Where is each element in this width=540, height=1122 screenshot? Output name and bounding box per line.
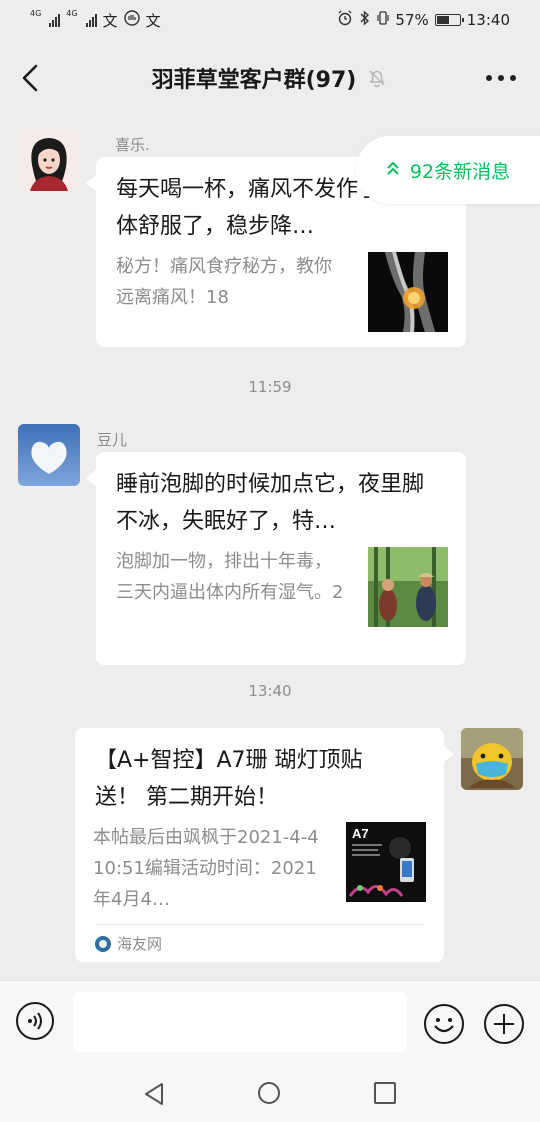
card-thumbnail-knee (368, 252, 448, 332)
sender-name: 喜乐. (115, 136, 150, 154)
card-description: 秘方！痛风食疗秘方，教你远离痛风！18 (116, 256, 332, 308)
back-arrow-icon[interactable] (14, 58, 50, 98)
link-card-coral-lamp[interactable]: 【A+智控】A7珊 瑚灯顶贴送！ 第二期开始！ 本帖最后由飒枫于2021-4-4… (75, 728, 454, 962)
voice-input-button[interactable] (16, 1002, 54, 1040)
status-left: 4G 4G 文 文 (30, 8, 161, 31)
notification-icon-2: 文 (145, 11, 161, 30)
double-chevron-up-icon (386, 159, 400, 181)
timestamp: 11:59 (248, 378, 292, 396)
source-name: 海友网 (117, 935, 163, 953)
new-messages-label: 92条新消息 (409, 160, 511, 183)
avatar-xile[interactable] (18, 129, 80, 191)
chat-area[interactable]: 喜乐. 每天喝一杯，痛风不发作了，身体舒服了，稳步降… 秘方！痛风食疗秘方，教你… (0, 116, 540, 980)
mute-bell-icon (366, 67, 388, 89)
status-right: 57% 13:40 (337, 10, 510, 30)
link-card-footbath[interactable]: 睡前泡脚的时候加点它，夜里脚不冰，失眠好了，特… 泡脚加一物，排出十年毒，三天内… (86, 452, 466, 665)
network-type-2: 4G (66, 8, 78, 18)
battery-percent: 57% (395, 11, 429, 29)
voice-icon (28, 1012, 42, 1030)
card-source: 海友网 (95, 933, 162, 954)
status-time: 13:40 (466, 11, 510, 29)
notification-icon-1: 文 (102, 11, 118, 30)
avatar-douer[interactable] (18, 424, 80, 486)
more-functions-button[interactable] (484, 1004, 524, 1044)
source-logo-icon (95, 935, 111, 952)
new-messages-jump[interactable]: 92条新消息 (356, 136, 540, 204)
chat-title: 羽菲草堂客户群(97) (151, 68, 357, 93)
signal-icon-1 (49, 13, 61, 27)
smiley-icon (434, 1018, 454, 1033)
sender-name: 豆儿 (97, 431, 128, 449)
system-navigation-bar (0, 1066, 540, 1122)
hand-notification-icon (123, 10, 140, 30)
message-input[interactable] (73, 992, 407, 1052)
card-title: 睡前泡脚的时候加点它，夜里脚不冰，失眠好了，特… (116, 472, 425, 534)
vibrate-icon (377, 10, 390, 30)
emoji-button[interactable] (424, 1004, 464, 1044)
battery-fill (436, 16, 449, 24)
card-thumbnail-forest (368, 547, 448, 627)
card-thumbnail-product: A7 (346, 822, 426, 902)
battery-icon (434, 14, 464, 26)
bluetooth-icon (359, 10, 371, 30)
avatar-self[interactable] (461, 728, 523, 790)
system-home-icon[interactable] (258, 1082, 280, 1104)
signal-icon-2 (85, 13, 97, 27)
card-title: 【A+智控】A7珊 瑚灯顶贴送！ 第二期开始！ (95, 748, 363, 810)
card-description: 泡脚加一物，排出十年毒，三天内逼出体内所有湿气。2 (116, 551, 344, 603)
timestamp: 13:40 (248, 682, 292, 700)
status-bar: 4G 4G 文 文 57% 13:40 (0, 0, 540, 40)
network-type-1: 4G (30, 8, 42, 18)
input-bar (0, 980, 540, 1067)
card-divider (95, 924, 424, 925)
system-recents-icon[interactable] (374, 1082, 396, 1104)
card-description: 本帖最后由飒枫于2021-4-410:51编辑活动时间：2021年4月4… (93, 827, 319, 910)
system-back-icon[interactable] (142, 1082, 166, 1110)
alarm-icon (337, 10, 353, 30)
thumbnail-brand-text: A7 (352, 826, 369, 841)
more-options-icon[interactable] (476, 68, 516, 88)
chat-header: 羽菲草堂客户群(97) (0, 40, 540, 116)
